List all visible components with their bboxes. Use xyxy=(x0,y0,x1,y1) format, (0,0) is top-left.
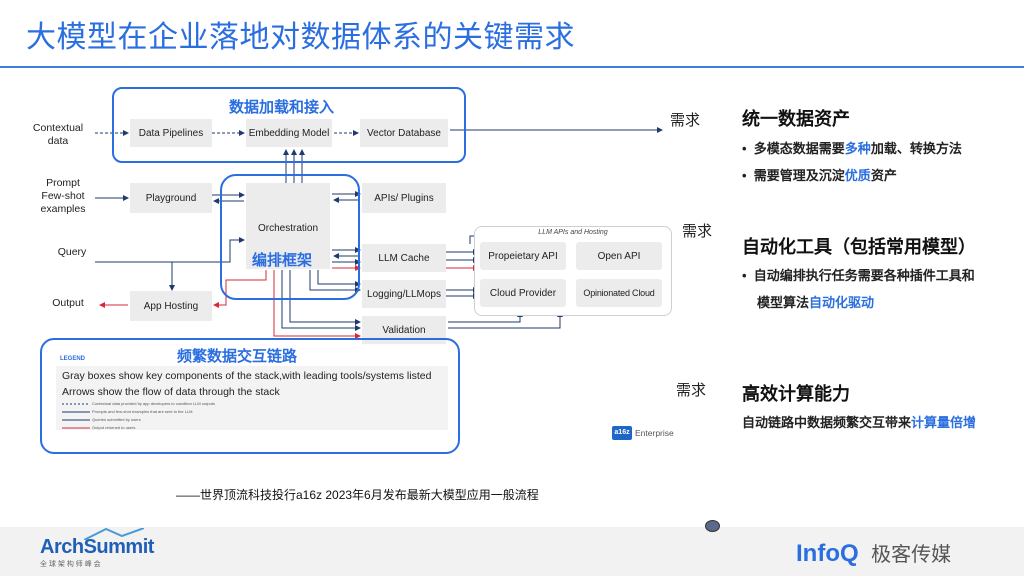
a16z-logo: a16z xyxy=(612,426,632,440)
slide-marker-dot xyxy=(705,520,720,532)
section2-bullet-1: • 自动编排执行任务需要各种插件工具和 xyxy=(742,268,975,283)
legend-item-3: Queries submitted by users xyxy=(92,417,141,422)
legend-line-1: Gray boxes show key components of the st… xyxy=(62,370,432,382)
section-title-automation-tools: 自动化工具（包括常用模型） xyxy=(742,237,976,257)
legend-line-2: Arrows show the flow of data through the… xyxy=(62,386,280,398)
legend-heading: LEGEND xyxy=(60,356,86,362)
section-title-unified-data: 统一数据资产 xyxy=(742,109,850,129)
legend-item-2: Prompts and few-shot examples that are s… xyxy=(92,409,193,414)
infoq-cn-text: 极客传媒 xyxy=(871,544,952,566)
proprietary-api-box: Propeietary API xyxy=(480,242,566,270)
input-query: Query xyxy=(57,246,87,258)
playground-box: Playground xyxy=(130,183,212,213)
input-prompt-examples: Prompt Few-shot examples xyxy=(40,177,86,215)
legend-item-4: Output returned to users xyxy=(92,425,136,430)
need-label-3: 需求 xyxy=(676,382,707,399)
archsummit-logo: ArchSummit 全 球 架 构 师 峰 会 xyxy=(40,528,154,569)
input-contextual-data: Contextual data xyxy=(32,122,84,147)
section1-bullet-1: • 多模态数据需要多种加载、转换方法 xyxy=(742,141,962,156)
archsummit-subtitle: 全 球 架 构 师 峰 会 xyxy=(40,561,101,568)
section3-text: 自动链路中数据频繁交互带来计算量倍增 xyxy=(742,415,977,430)
legend-item-1: Contextual data provided by app develope… xyxy=(92,401,215,406)
need-label-1: 需求 xyxy=(670,112,701,129)
diagram-caption: ——世界顶流科技投行a16z 2023年6月发布最新大模型应用一般流程 xyxy=(176,488,539,502)
section2-bullet-1-cont: 模型算法自动化驱动 xyxy=(757,295,875,310)
logging-llmops-box: Logging/LLMops xyxy=(362,280,446,308)
need-label-2: 需求 xyxy=(682,223,713,240)
orchestration-frame-title: 编排框架 xyxy=(252,252,313,269)
section1-bullet-2: • 需要管理及沉淀优质资产 xyxy=(742,168,897,183)
a16z-enterprise-text: Enterprise xyxy=(635,428,674,438)
opinionated-cloud-box: Opinionated Cloud xyxy=(576,279,662,307)
data-ingest-frame-title: 数据加载和接入 xyxy=(229,99,335,116)
archsummit-peak-icon xyxy=(84,528,144,540)
a16z-logo-text: a16z xyxy=(614,429,630,436)
orchestration-frame xyxy=(220,174,360,300)
apis-plugins-box: APIs/ Plugins xyxy=(362,183,446,213)
infoq-text: InfoQ xyxy=(796,540,859,567)
interaction-frame-title: 频繁数据交互链路 xyxy=(177,348,298,365)
output-label: Output xyxy=(52,297,84,309)
cloud-provider-box: Cloud Provider xyxy=(480,279,566,307)
open-api-box: Open API xyxy=(576,242,662,270)
section-title-compute: 高效计算能力 xyxy=(742,384,850,404)
llm-apis-group-title: LLM APIs and Hosting xyxy=(538,229,608,236)
app-hosting-box: App Hosting xyxy=(130,291,212,321)
infoq-logo: InfoQ 极客传媒 xyxy=(796,538,951,568)
architecture-diagram: Contextual data Prompt Few-shot examples… xyxy=(0,0,680,520)
llm-cache-box: LLM Cache xyxy=(362,244,446,272)
